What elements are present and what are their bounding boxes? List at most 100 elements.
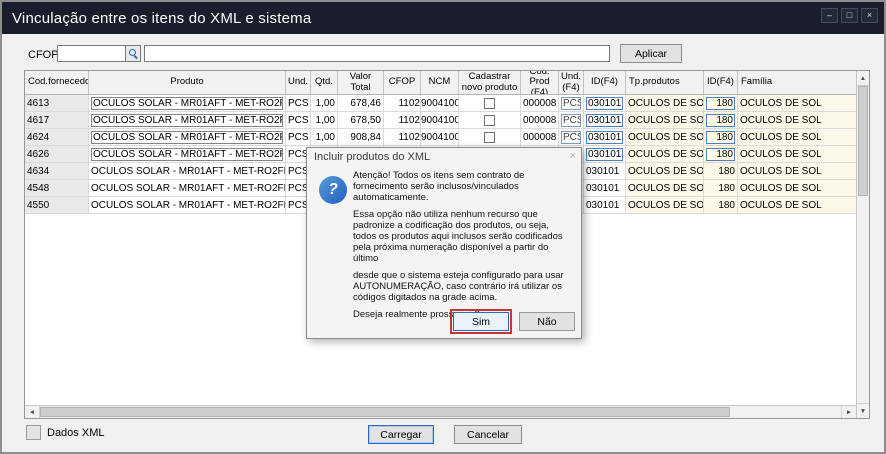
cell-id-f4: 030101 [584, 180, 626, 196]
cell-id-f4: 030101 [584, 129, 626, 145]
column-header-cadastrar-novo-produto[interactable]: Cadastrar novo produto [459, 71, 521, 94]
new-product-checkbox[interactable] [484, 132, 495, 143]
cell-tp-produtos: OCULOS DE SOL [626, 95, 704, 111]
cell-cfop: 1102 [384, 129, 421, 145]
cell-tp-produtos: OCULOS DE SOL [626, 163, 704, 179]
new-product-checkbox[interactable] [484, 115, 495, 126]
vertical-scroll-thumb[interactable] [858, 86, 868, 196]
produto-input[interactable]: OCULOS SOLAR - MR01AFT - MET-RO2FLAT-BLA… [91, 97, 283, 110]
table-row[interactable]: 4624 OCULOS SOLAR - MR01AFT - MET-RO2FLA… [25, 129, 856, 146]
dialog-message: Atenção! Todos os itens sem contrato de … [353, 170, 574, 326]
grid-header: Cod.fornecedor Produto Und. Qtd. Valor T… [25, 71, 856, 95]
cell-qtd: 1,00 [311, 129, 338, 145]
produto-input[interactable]: OCULOS SOLAR - MR01AFT - MET-RO2FLAT-BLA… [91, 148, 283, 161]
scroll-left-icon[interactable]: ◄ [25, 406, 40, 418]
column-header-tp-produtos[interactable]: Tp.produtos [626, 71, 704, 94]
no-button[interactable]: Não [519, 312, 575, 331]
cfop-input[interactable] [57, 45, 126, 62]
dialog-close-icon[interactable]: × [570, 150, 576, 162]
id-f4-2-input[interactable]: 180 [706, 97, 735, 110]
id-f4-2-input[interactable]: 180 [706, 114, 735, 127]
yes-button[interactable]: Sim [453, 312, 509, 331]
column-header-und-f4[interactable]: Und. (F4) [559, 71, 584, 94]
id-f4-input[interactable]: 030101 [586, 114, 623, 127]
carregar-button[interactable]: Carregar [368, 425, 434, 444]
column-header-cfop[interactable]: CFOP [384, 71, 421, 94]
scroll-down-icon[interactable]: ▼ [857, 403, 869, 418]
cell-und-f4: PCS [559, 95, 584, 111]
horizontal-scroll-thumb[interactable] [40, 407, 730, 417]
column-header-valor-total[interactable]: Valor Total [338, 71, 384, 94]
table-row[interactable]: 4617 OCULOS SOLAR - MR01AFT - MET-RO2FLA… [25, 112, 856, 129]
cell-tp-produtos: OCULOS DE SOL [626, 180, 704, 196]
dialog-paragraph: Essa opção não utiliza nenhum recurso qu… [353, 209, 574, 264]
column-header-familia[interactable]: Família [738, 71, 856, 94]
vertical-scrollbar[interactable]: ▲ ▼ [856, 71, 869, 418]
cell-produto: OCULOS SOLAR - MR01AFT - MET-RO2FLAT-BLA… [89, 146, 286, 162]
close-icon[interactable]: × [861, 8, 878, 23]
cfop-search-button[interactable] [125, 45, 141, 62]
scroll-right-icon[interactable]: ► [841, 406, 856, 418]
column-header-und[interactable]: Und. [286, 71, 311, 94]
cell-tp-produtos: OCULOS DE SOL [626, 112, 704, 128]
column-header-id-f4-2[interactable]: ID(F4) [704, 71, 738, 94]
produto-input[interactable]: OCULOS SOLAR - MR01AFT - MET-RO2FLAT-BLA… [91, 131, 283, 144]
und-f4-input[interactable]: PCS [561, 114, 581, 127]
cell-produto: OCULOS SOLAR - MR01AFT - MET-RO2FLAT-BLA… [89, 129, 286, 145]
column-header-cod-prod-f4[interactable]: Cod. Prod (F4) [521, 71, 559, 94]
horizontal-scrollbar[interactable]: ◄ ► [25, 405, 856, 418]
cell-id-f4: 030101 [584, 146, 626, 162]
cell-cadastrar [459, 112, 521, 128]
dados-xml-swatch [26, 425, 41, 440]
column-header-id-f4[interactable]: ID(F4) [584, 71, 626, 94]
cell-cod-fornecedor: 4617 [25, 112, 89, 128]
cell-id-f4-2: 180 [704, 197, 738, 213]
id-f4-input[interactable]: 030101 [586, 148, 623, 161]
cell-cod-prod-f4: 000008 [521, 112, 559, 128]
id-f4-input[interactable]: 030101 [586, 131, 623, 144]
new-product-checkbox[interactable] [484, 98, 495, 109]
cell-familia: OCULOS DE SOL [738, 95, 856, 111]
cell-qtd: 1,00 [311, 95, 338, 111]
cell-id-f4: 030101 [584, 163, 626, 179]
window-title: Vinculação entre os itens do XML e siste… [12, 10, 311, 27]
cell-id-f4-2: 180 [704, 180, 738, 196]
column-header-ncm[interactable]: NCM [421, 71, 459, 94]
table-row[interactable]: 4613 OCULOS SOLAR - MR01AFT - MET-RO2FLA… [25, 95, 856, 112]
minimize-icon[interactable]: – [821, 8, 838, 23]
filter-input[interactable] [144, 45, 610, 62]
cell-familia: OCULOS DE SOL [738, 112, 856, 128]
cancelar-button[interactable]: Cancelar [454, 425, 522, 444]
cell-produto: OCULOS SOLAR - MR01AFT - MET-RO2FLAT-BLA… [89, 112, 286, 128]
window-controls: – □ × [821, 8, 878, 23]
cell-cfop: 1102 [384, 112, 421, 128]
column-header-qtd[interactable]: Qtd. [311, 71, 338, 94]
cell-cod-fornecedor: 4634 [25, 163, 89, 179]
cell-valor-total: 908,84 [338, 129, 384, 145]
cell-cod-fornecedor: 4550 [25, 197, 89, 213]
column-header-produto[interactable]: Produto [89, 71, 286, 94]
column-header-cod-fornecedor[interactable]: Cod.fornecedor [25, 71, 89, 94]
dialog-paragraph: desde que o sistema esteja configurado p… [353, 270, 574, 303]
dados-xml-label: Dados XML [47, 427, 104, 439]
cell-ncm: 90041000 [421, 129, 459, 145]
id-f4-2-input[interactable]: 180 [706, 148, 735, 161]
cell-produto: OCULOS SOLAR - MR01AFT - MET-RO2FLAT-BLA… [89, 163, 286, 179]
cell-id-f4: 030101 [584, 197, 626, 213]
search-icon [129, 49, 138, 58]
cell-cod-fornecedor: 4626 [25, 146, 89, 162]
aplicar-button[interactable]: Aplicar [620, 44, 682, 63]
cell-tp-produtos: OCULOS DE SOL [626, 197, 704, 213]
cell-id-f4: 030101 [584, 112, 626, 128]
id-f4-2-input[interactable]: 180 [706, 131, 735, 144]
scroll-up-icon[interactable]: ▲ [857, 71, 869, 86]
dialog-title: Incluir produtos do XML [307, 148, 581, 166]
cell-valor-total: 678,50 [338, 112, 384, 128]
und-f4-input[interactable]: PCS [561, 97, 581, 110]
cell-id-f4-2: 180 [704, 129, 738, 145]
maximize-icon[interactable]: □ [841, 8, 858, 23]
id-f4-input[interactable]: 030101 [586, 97, 623, 110]
und-f4-input[interactable]: PCS [561, 131, 581, 144]
cell-id-f4-2: 180 [704, 163, 738, 179]
produto-input[interactable]: OCULOS SOLAR - MR01AFT - MET-RO2FLAT-BLA… [91, 114, 283, 127]
